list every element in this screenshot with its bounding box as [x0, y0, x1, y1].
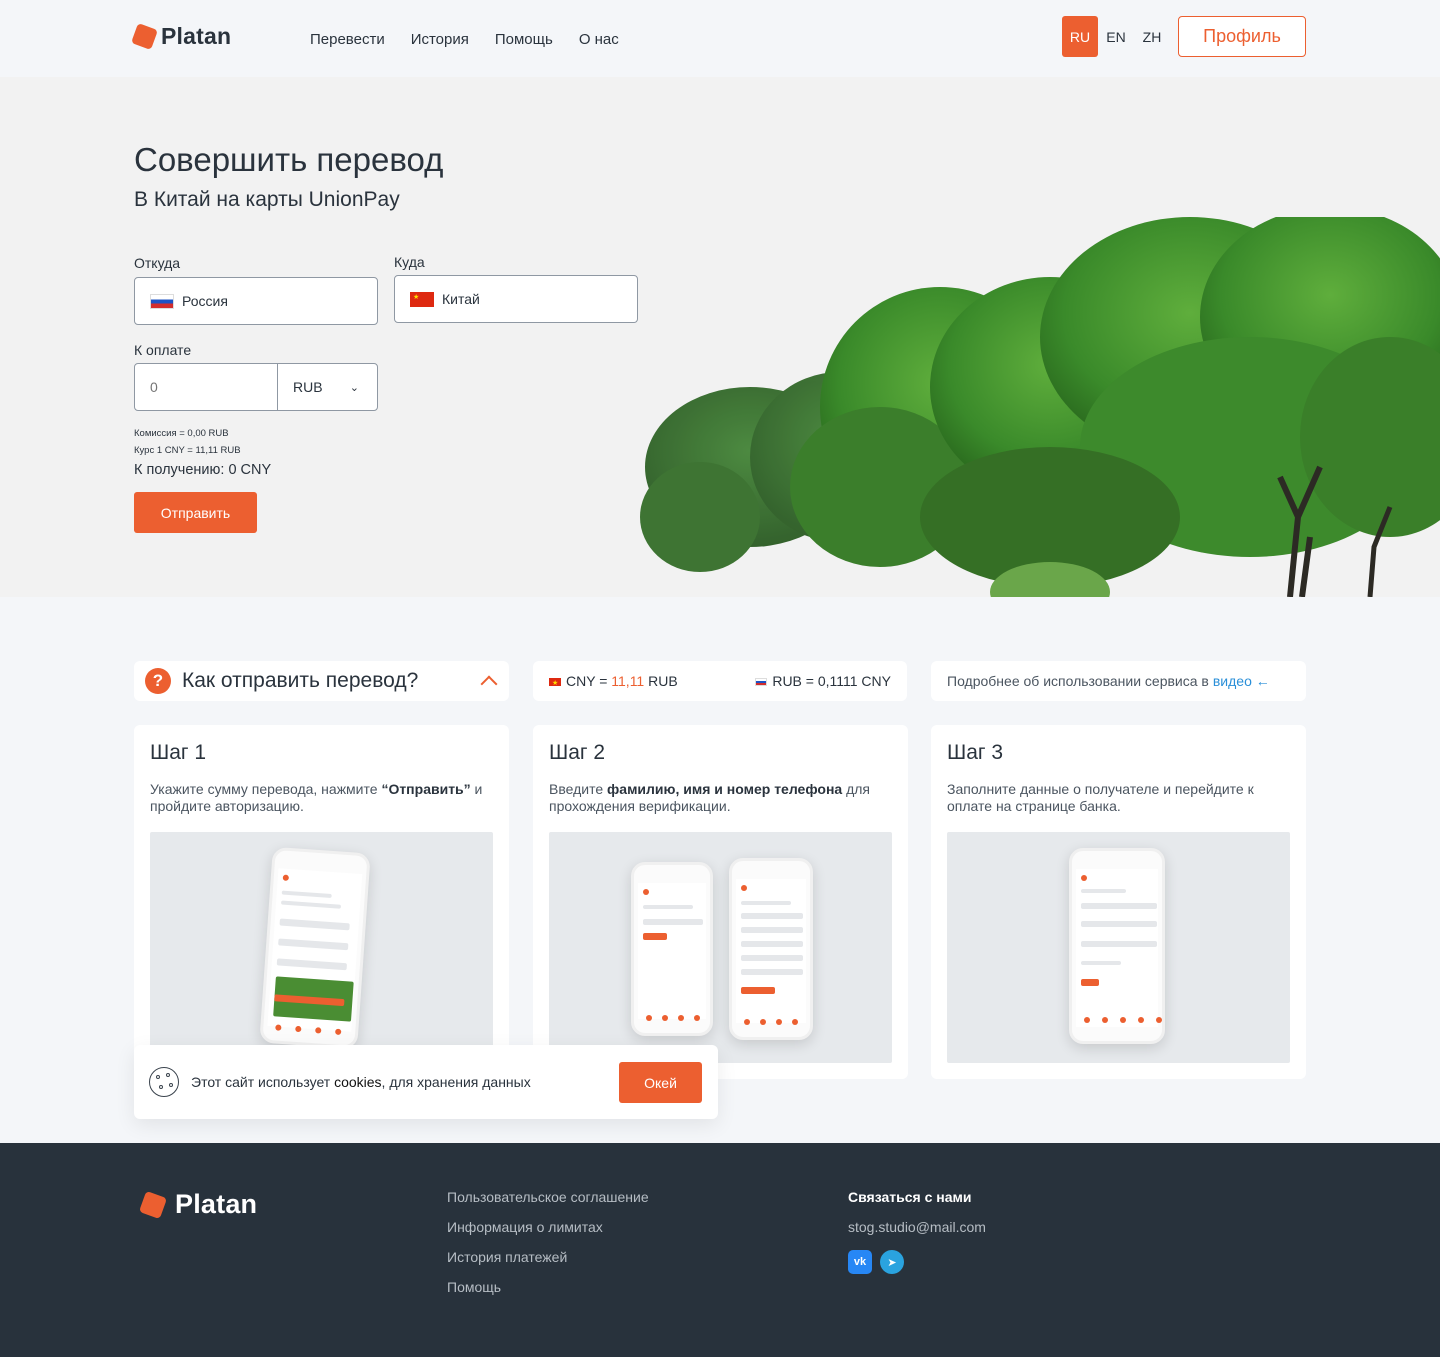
language-switcher: RU EN ZH	[1062, 16, 1170, 57]
nav-history[interactable]: История	[411, 31, 469, 48]
currency-value: RUB	[293, 379, 323, 395]
from-value: Россия	[182, 293, 228, 309]
footer-logo-text: Platan	[175, 1189, 258, 1219]
logo-icon	[138, 1190, 168, 1219]
amount-group: RUB ⌄	[134, 363, 378, 411]
footer-link-agreement[interactable]: Пользовательское соглашение	[447, 1189, 649, 1206]
video-link[interactable]: видео ←	[1213, 673, 1270, 689]
to-select[interactable]: Китай	[394, 275, 638, 323]
main-nav: Перевести История Помощь О нас	[310, 31, 619, 48]
to-label: Куда	[394, 254, 425, 270]
video-text: Подробнее об использовании сервиса в	[947, 673, 1209, 689]
profile-button[interactable]: Профиль	[1178, 16, 1306, 57]
commission-text: Комиссия = 0,00 RUB	[134, 428, 229, 439]
rate-text: Курс 1 CNY = 11,11 RUB	[134, 445, 241, 456]
cookie-banner: Этот сайт использует cookies, для хранен…	[134, 1045, 718, 1119]
site-footer: Platan Пользовательское соглашение Инфор…	[0, 1143, 1440, 1357]
telegram-icon[interactable]: ➤	[880, 1250, 904, 1274]
page-title: Совершить перевод	[134, 141, 444, 178]
phone-mockup	[729, 858, 813, 1040]
step-screenshot	[947, 832, 1290, 1063]
video-card: Подробнее об использовании сервиса в вид…	[931, 661, 1306, 701]
currency-select[interactable]: RUB ⌄	[278, 364, 377, 410]
cookie-ok-button[interactable]: Окей	[619, 1062, 702, 1103]
step-card-1: Шаг 1 Укажите сумму перевода, нажмите “О…	[134, 725, 509, 1079]
phone-mockup	[1069, 848, 1165, 1044]
step-text: Заполните данные о получателе и перейдит…	[947, 781, 1254, 814]
hero-section: Совершить перевод В Китай на карты Union…	[0, 77, 1440, 597]
nav-help[interactable]: Помощь	[495, 31, 553, 48]
nav-about[interactable]: О нас	[579, 31, 619, 48]
from-select[interactable]: Россия	[134, 277, 378, 325]
page-subtitle: В Китай на карты UnionPay	[134, 188, 400, 211]
vk-icon[interactable]: vk	[848, 1250, 872, 1274]
how-section: ? Как отправить перевод? CNY = 11,11 RUB…	[0, 597, 1440, 1143]
footer-logo[interactable]: Platan	[138, 1189, 258, 1220]
step-card-2: Шаг 2 Введите фамилию, имя и номер телеф…	[533, 725, 908, 1079]
footer-link-help[interactable]: Помощь	[447, 1279, 649, 1296]
logo-icon	[131, 23, 158, 50]
lang-ru[interactable]: RU	[1062, 16, 1098, 57]
rate-rub-text: RUB = 0,1111 CNY	[772, 673, 891, 689]
step-screenshot	[150, 832, 493, 1063]
cookie-icon	[149, 1067, 179, 1097]
step-text: Введите фамилию, имя и номер телефона дл…	[549, 781, 870, 814]
cookie-text: Этот сайт использует cookies, для хранен…	[191, 1074, 531, 1090]
how-accordion-header[interactable]: ? Как отправить перевод?	[134, 661, 509, 701]
rate-cny-suffix: RUB	[644, 673, 678, 689]
footer-contact: Связаться с нами stog.studio@mail.com vk…	[848, 1189, 986, 1274]
chevron-up-icon[interactable]	[480, 675, 498, 693]
social-links: vk ➤	[848, 1250, 986, 1274]
from-label: Откуда	[134, 255, 181, 271]
send-button[interactable]: Отправить	[134, 492, 257, 533]
contact-email[interactable]: stog.studio@mail.com	[848, 1219, 986, 1236]
step-title: Шаг 2	[549, 741, 606, 764]
rate-cny-value: 11,11	[611, 673, 645, 689]
question-icon: ?	[145, 668, 171, 694]
rate-cny: CNY = 11,11 RUB	[549, 673, 678, 689]
china-flag-icon	[549, 678, 561, 687]
phone-mockup	[259, 846, 371, 1050]
chevron-down-icon: ⌄	[349, 381, 359, 394]
footer-link-limits[interactable]: Информация о лимитах	[447, 1219, 649, 1236]
lang-en[interactable]: EN	[1098, 16, 1134, 57]
receive-amount: К получению: 0 CNY	[134, 462, 272, 478]
amount-label: К оплате	[134, 342, 192, 358]
footer-link-history[interactable]: История платежей	[447, 1249, 649, 1266]
to-value: Китай	[442, 291, 480, 307]
contact-title: Связаться с нами	[848, 1189, 972, 1205]
china-flag-icon	[410, 291, 434, 307]
amount-input[interactable]	[135, 364, 278, 410]
footer-links: Пользовательское соглашение Информация о…	[447, 1189, 649, 1296]
logo[interactable]: Platan	[131, 23, 232, 50]
step-title: Шаг 3	[947, 741, 1004, 764]
step-screenshot	[549, 832, 892, 1063]
rate-rub: RUB = 0,1111 CNY	[755, 673, 891, 689]
how-title: Как отправить перевод?	[182, 669, 419, 692]
lang-zh[interactable]: ZH	[1134, 16, 1170, 57]
site-header: Platan Перевести История Помощь О нас RU…	[0, 0, 1440, 77]
rate-cny-prefix: CNY =	[566, 673, 612, 689]
step-card-3: Шаг 3 Заполните данные о получателе и пе…	[931, 725, 1306, 1079]
rate-card: CNY = 11,11 RUB RUB = 0,1111 CNY	[533, 661, 907, 701]
russia-flag-icon	[755, 678, 768, 687]
nav-transfer[interactable]: Перевести	[310, 31, 385, 48]
trees-illustration	[640, 217, 1440, 597]
russia-flag-icon	[150, 293, 174, 309]
step-title: Шаг 1	[150, 741, 207, 764]
phone-mockup	[631, 862, 713, 1036]
step-text: Укажите сумму перевода, нажмите “Отправи…	[150, 781, 483, 814]
logo-text: Platan	[161, 23, 232, 49]
